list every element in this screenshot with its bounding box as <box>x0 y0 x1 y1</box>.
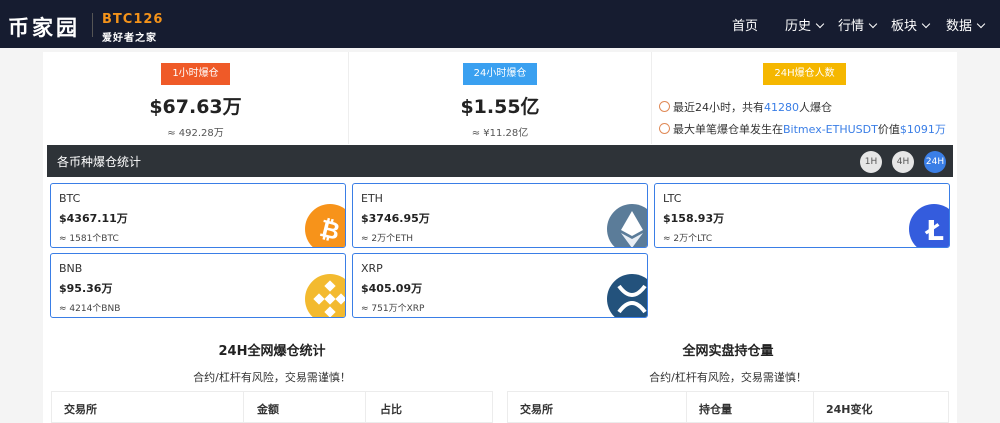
logo-divider <box>92 13 93 37</box>
stat-1h-liquidation: 1小时爆仓 $67.63万 ≈ 492.28万 <box>43 52 348 144</box>
chevron-down-icon <box>815 19 825 29</box>
nav-item-label: 板块 <box>891 19 918 34</box>
coin-value: $4367.11万 <box>59 212 128 225</box>
coin-amount: ≈ 2万个LTC <box>663 234 713 244</box>
coin-value: $95.36万 <box>59 282 113 295</box>
main-content: 1小时爆仓 $67.63万 ≈ 492.28万 24小时爆仓 $1.55亿 ≈ … <box>43 52 957 423</box>
coin-card-eth[interactable]: ETH $3746.95万 ≈ 2万个ETH <box>352 183 648 248</box>
ethereum-icon <box>607 204 647 247</box>
xrp-icon <box>607 274 647 317</box>
nav-item-label: 历史 <box>785 19 812 34</box>
coin-symbol: LTC <box>663 192 682 205</box>
largest-order-line: 最大单笔爆仓单发生在Bitmex-ETHUSDT价值$1091万 <box>659 121 946 137</box>
column-header: 持仓量 <box>699 403 732 416</box>
nav-item-label: 行情 <box>838 19 865 34</box>
logo-cn[interactable]: 币家园 <box>8 12 80 42</box>
column-header: 24H变化 <box>826 403 873 416</box>
chevron-down-icon <box>921 19 931 29</box>
coin-card-xrp[interactable]: XRP $405.09万 ≈ 751万个XRP <box>352 253 648 318</box>
coin-symbol: ETH <box>361 192 383 205</box>
sad-face-icon <box>659 123 670 134</box>
coin-card-btc[interactable]: BTC $4367.11万 ≈ 1581个BTC ₿ <box>50 183 346 248</box>
period-24h-button[interactable]: 24H <box>924 151 946 173</box>
tag-1h: 1小时爆仓 <box>161 63 230 85</box>
column-divider <box>365 392 366 423</box>
people-count-line: 最近24小时，共有41280人爆仓 <box>659 99 832 115</box>
coin-amount: ≈ 4214个BNB <box>59 304 121 314</box>
litecoin-icon: Ł <box>909 204 949 247</box>
stat-sub: ≈ 492.28万 <box>167 128 224 139</box>
svg-text:Ł: Ł <box>924 214 944 247</box>
nav-item-label: 数据 <box>946 19 973 34</box>
bitcoin-icon: ₿ <box>305 204 345 247</box>
period-4h-button[interactable]: 4H <box>892 151 914 173</box>
user-icon <box>659 101 670 112</box>
coin-card-bnb[interactable]: BNB $95.36万 ≈ 4214个BNB <box>50 253 346 318</box>
coin-amount: ≈ 1581个BTC <box>59 234 119 244</box>
nav-item-label: 首页 <box>732 19 759 34</box>
panel-title: 24H全网爆仓统计 <box>218 344 326 359</box>
coin-amount: ≈ 2万个ETH <box>361 234 414 244</box>
nav-item-home[interactable]: 首页 <box>732 15 758 34</box>
panel-24h-liquidation: 24H全网爆仓统计 合约/杠杆有风险，交易需谨慎！ 交易所 金额 占比 <box>47 329 497 423</box>
column-header: 占比 <box>380 403 402 416</box>
stat-value: $1.55亿 <box>460 96 540 118</box>
column-divider <box>243 392 244 423</box>
column-header: 交易所 <box>64 403 97 416</box>
people-count: 41280 <box>764 101 799 114</box>
nav-item-sector[interactable]: 板块 <box>891 15 931 34</box>
table-header: 交易所 金额 占比 <box>51 391 493 423</box>
section-title: 各币种爆仓统计 <box>57 155 142 169</box>
coin-symbol: XRP <box>361 262 383 275</box>
coin-symbol: BNB <box>59 262 83 275</box>
coin-value: $405.09万 <box>361 282 423 295</box>
chevron-down-icon <box>868 19 878 29</box>
nav-item-history[interactable]: 历史 <box>785 15 825 34</box>
column-divider <box>686 392 687 423</box>
stat-24h-liquidation: 24小时爆仓 $1.55亿 ≈ ¥11.28亿 <box>348 52 651 144</box>
nav-item-data[interactable]: 数据 <box>946 15 986 34</box>
coin-value: $158.93万 <box>663 212 725 225</box>
top-nav: 币家园 BTC126 爱好者之家 首页 历史 行情 板块 数据 <box>0 0 1000 48</box>
stat-value: $67.63万 <box>149 96 242 118</box>
coin-card-ltc[interactable]: LTC $158.93万 ≈ 2万个LTC Ł <box>654 183 950 248</box>
svg-text:₿: ₿ <box>317 214 343 246</box>
coin-stats-header: 各币种爆仓统计 1H 4H 24H <box>47 145 953 177</box>
nav-item-market[interactable]: 行情 <box>838 15 878 34</box>
panel-risk-note: 合约/杠杆有风险，交易需谨慎！ <box>193 371 351 384</box>
stat-sub: ≈ ¥11.28亿 <box>471 128 529 139</box>
table-header: 交易所 持仓量 24H变化 <box>507 391 949 423</box>
column-header: 金额 <box>257 403 279 416</box>
bnb-icon <box>305 274 345 317</box>
panel-title: 全网实盘持仓量 <box>682 344 774 359</box>
panel-risk-note: 合约/杠杆有风险，交易需谨慎！ <box>649 371 807 384</box>
coin-amount: ≈ 751万个XRP <box>361 304 425 314</box>
tag-24h: 24小时爆仓 <box>462 63 538 85</box>
tag-24h-people: 24H爆仓人数 <box>763 63 846 85</box>
column-header: 交易所 <box>520 403 553 416</box>
logo-en[interactable]: BTC126 <box>102 12 163 27</box>
largest-order-value: $1091万 <box>899 123 946 136</box>
coin-value: $3746.95万 <box>361 212 430 225</box>
logo-subtitle: 爱好者之家 <box>102 33 157 44</box>
coin-symbol: BTC <box>59 192 81 205</box>
column-divider <box>813 392 814 423</box>
chevron-down-icon <box>976 19 986 29</box>
panel-open-interest: 全网实盘持仓量 合约/杠杆有风险，交易需谨慎！ 交易所 持仓量 24H变化 <box>503 329 953 423</box>
period-1h-button[interactable]: 1H <box>860 151 882 173</box>
largest-order-pair[interactable]: Bitmex-ETHUSDT <box>783 123 878 136</box>
